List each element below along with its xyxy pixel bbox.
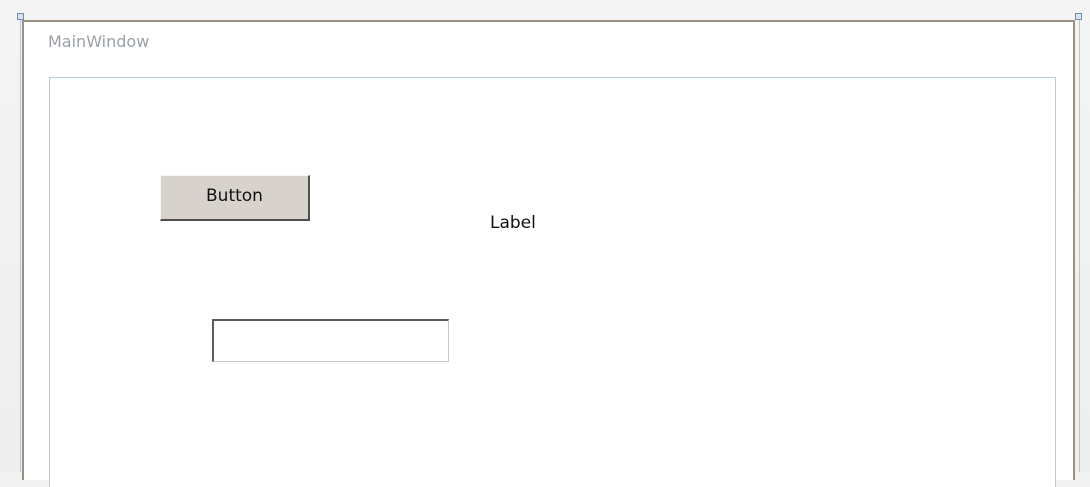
button-control[interactable]: Button [160,175,310,221]
main-window-frame[interactable]: MainWindow Button Label [22,20,1075,487]
resize-handle-top-left[interactable] [17,13,24,20]
textbox-control[interactable] [212,319,449,362]
guide-line-right [1079,20,1080,472]
label-control: Label [490,213,536,233]
window-client-area[interactable]: Button Label [49,77,1056,487]
designer-surface: MainWindow Button Label [0,0,1090,487]
resize-handle-top-right[interactable] [1075,13,1082,20]
guide-line-left [20,20,21,472]
window-title: MainWindow [48,32,150,51]
